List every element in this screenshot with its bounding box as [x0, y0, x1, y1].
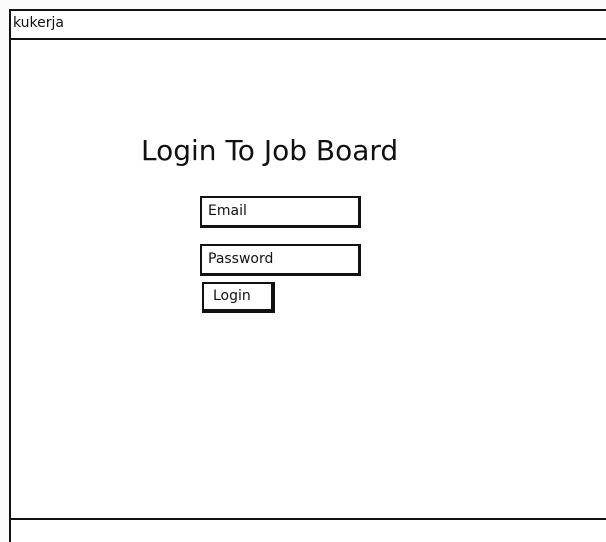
browser-window: kukerja Login To Job Board Email Passwor…	[9, 9, 606, 542]
email-field[interactable]: Email	[200, 196, 361, 228]
login-button[interactable]: Login	[202, 282, 275, 313]
page-title: Login To Job Board	[141, 134, 399, 167]
title-bar: kukerja	[11, 11, 606, 40]
footer-divider	[11, 518, 606, 520]
app-title: kukerja	[13, 15, 64, 31]
password-field[interactable]: Password	[200, 244, 361, 276]
